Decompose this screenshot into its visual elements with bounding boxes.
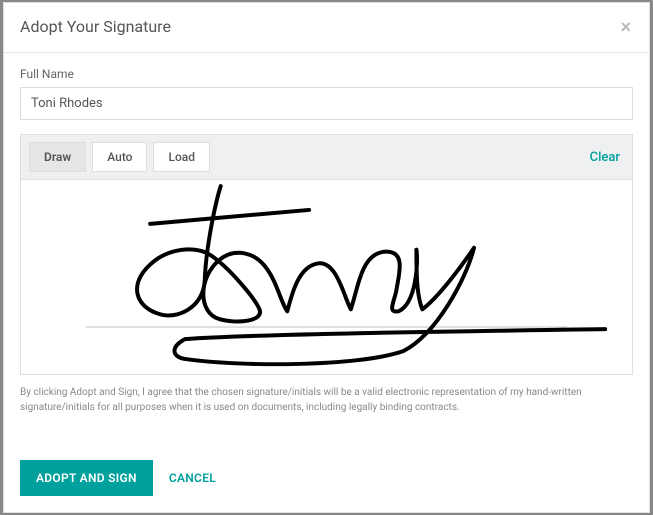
cancel-button[interactable]: CANCEL	[169, 471, 216, 485]
tab-load[interactable]: Load	[153, 142, 210, 172]
adopt-signature-modal: Adopt Your Signature × Full Name Draw Au…	[3, 2, 650, 513]
modal-body: Full Name Draw Auto Load Clear By clicki…	[4, 53, 649, 444]
modal-header: Adopt Your Signature ×	[4, 3, 649, 53]
fullname-input[interactable]	[20, 87, 633, 120]
signature-canvas[interactable]	[20, 180, 633, 375]
signature-mode-tabs: Draw Auto Load Clear	[20, 134, 633, 180]
close-icon[interactable]: ×	[618, 18, 633, 36]
clear-signature-link[interactable]: Clear	[590, 150, 624, 165]
modal-footer: ADOPT AND SIGN CANCEL	[4, 444, 649, 512]
tab-draw[interactable]: Draw	[29, 142, 86, 172]
tab-auto[interactable]: Auto	[92, 142, 147, 172]
modal-title: Adopt Your Signature	[20, 17, 171, 36]
fullname-label: Full Name	[20, 67, 633, 81]
signature-drawing	[21, 180, 632, 374]
adopt-and-sign-button[interactable]: ADOPT AND SIGN	[20, 460, 153, 496]
legal-disclaimer: By clicking Adopt and Sign, I agree that…	[20, 385, 633, 415]
